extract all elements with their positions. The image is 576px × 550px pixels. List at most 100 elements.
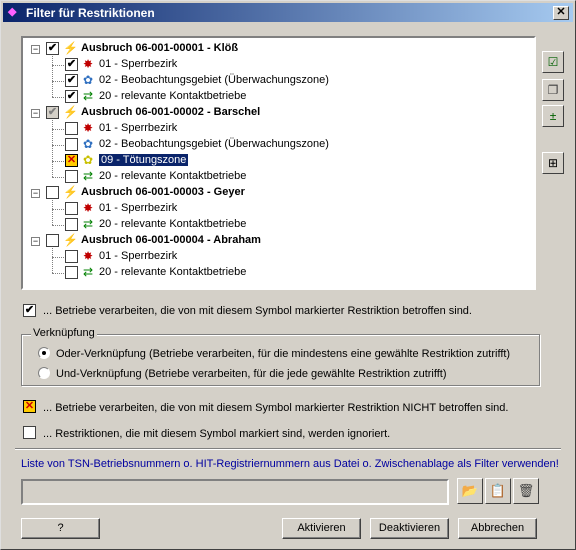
- red-star-icon: ✸: [82, 121, 94, 135]
- tree-restriction-row[interactable]: ⇄ 20 - relevante Kontaktbetriebe: [23, 265, 534, 281]
- tree-restriction-row[interactable]: ✔ ⇄ 20 - relevante Kontaktbetriebe: [23, 89, 534, 105]
- restriction-label: 02 - Beobachtungsgebiet (Überwachungszon…: [99, 74, 329, 86]
- tree-restriction-row[interactable]: ✕ ✿ 09 - Tötungszone: [23, 153, 534, 169]
- tree-connector: [52, 145, 64, 146]
- paste-button[interactable]: 📋: [485, 478, 511, 504]
- help-button[interactable]: ?: [21, 518, 100, 539]
- contact-arrows-icon: ⇄: [82, 89, 94, 103]
- tree-connector: [52, 257, 64, 258]
- restriction-label: 01 - Sperrbezirk: [99, 122, 178, 134]
- restriction-label: 01 - Sperrbezirk: [99, 250, 178, 262]
- or-radio[interactable]: [38, 347, 50, 359]
- tree-restriction-row[interactable]: ⇄ 20 - relevante Kontaktbetriebe: [23, 169, 534, 185]
- restriction-checkbox[interactable]: [65, 122, 78, 135]
- tree-restriction-row[interactable]: ✸ 01 - Sperrbezirk: [23, 121, 534, 137]
- legend-ignored-text: ... Restriktionen, die mit diesem Symbol…: [43, 428, 391, 440]
- outbreak-checkbox[interactable]: [46, 234, 59, 247]
- close-button[interactable]: ✕: [553, 6, 569, 20]
- tree-connector: [52, 248, 53, 273]
- contact-arrows-icon: ⇄: [82, 169, 94, 183]
- check-all-icon: ☑: [547, 55, 559, 69]
- or-radio-label[interactable]: Oder-Verknüpfung (Betriebe verarbeiten, …: [56, 348, 510, 360]
- tree-restriction-row[interactable]: ✔ ✸ 01 - Sperrbezirk: [23, 57, 534, 73]
- app-icon: ◆: [8, 6, 17, 18]
- red-star-icon: ✸: [82, 57, 94, 71]
- filter-file-input[interactable]: [21, 479, 449, 505]
- restriction-label: 20 - relevante Kontaktbetriebe: [99, 266, 247, 278]
- toggle-button[interactable]: ±: [542, 105, 564, 127]
- outbreak-label: Ausbruch 06-001-00002 - Barschel: [81, 106, 261, 118]
- restriction-checkbox[interactable]: [65, 170, 78, 183]
- outbreak-checkbox[interactable]: ✔: [46, 106, 59, 119]
- tree-outbreak-row[interactable]: − ✔ ⚡ Ausbruch 06-001-00001 - Klöß: [23, 41, 534, 57]
- tree-outbreak-row[interactable]: − ✔ ⚡ Ausbruch 06-001-00002 - Barschel: [23, 105, 534, 121]
- tree-restriction-row[interactable]: ✔ ✿ 02 - Beobachtungsgebiet (Überwachungsz…: [23, 73, 534, 89]
- restriction-checkbox[interactable]: ✔: [65, 74, 78, 87]
- blue-flower-icon: ✿: [82, 137, 94, 151]
- filter-file-link[interactable]: Liste von TSN-Betriebsnummern o. HIT-Reg…: [21, 458, 559, 470]
- restriction-label: 20 - relevante Kontaktbetriebe: [99, 170, 247, 182]
- restriction-label: 20 - relevante Kontaktbetriebe: [99, 90, 247, 102]
- restriction-checkbox[interactable]: [65, 250, 78, 263]
- restriction-checkbox[interactable]: [65, 138, 78, 151]
- dialog-window: ◆ Filter für Restriktionen ✕ − ✔ ⚡ Ausbruch…: [0, 0, 576, 550]
- open-file-button[interactable]: 📂: [457, 478, 483, 504]
- deactivate-button[interactable]: Deaktivieren: [370, 518, 449, 539]
- yellow-flower-icon: ✿: [82, 153, 94, 167]
- tree-icon: ⊞: [547, 156, 559, 170]
- restriction-checkbox[interactable]: [65, 218, 78, 231]
- contact-arrows-icon: ⇄: [82, 265, 94, 279]
- tree-restriction-row[interactable]: ✸ 01 - Sperrbezirk: [23, 249, 534, 265]
- outbreak-checkbox[interactable]: ✔: [46, 42, 59, 55]
- restriction-checkbox[interactable]: ✔: [65, 58, 78, 71]
- and-radio[interactable]: [38, 367, 50, 379]
- tree-connector: [52, 120, 53, 177]
- activate-button[interactable]: Aktivieren: [282, 518, 361, 539]
- contact-arrows-icon: ⇄: [82, 217, 94, 231]
- check-all-button[interactable]: ☑: [542, 51, 564, 73]
- delete-button[interactable]: 🗑: [513, 478, 539, 504]
- outbreak-icon: ⚡: [63, 105, 78, 119]
- tree-restriction-row[interactable]: ✿ 02 - Beobachtungsgebiet (Überwachungszo…: [23, 137, 534, 153]
- folder-open-icon: 📂: [461, 483, 479, 498]
- link-mode-group-title: Verknüpfung: [31, 327, 97, 339]
- restriction-checkbox[interactable]: ✔: [65, 90, 78, 103]
- trash-icon: 🗑: [517, 483, 535, 498]
- tree-connector: [52, 225, 64, 226]
- tree-connector: [52, 161, 64, 162]
- tree-view-button[interactable]: ⊞: [542, 152, 564, 174]
- outbreak-label: Ausbruch 06-001-00004 - Abraham: [81, 234, 261, 246]
- red-star-icon: ✸: [82, 249, 94, 263]
- tree-outbreak-row[interactable]: − ⚡ Ausbruch 06-001-00003 - Geyer: [23, 185, 534, 201]
- tree-restriction-row[interactable]: ✸ 01 - Sperrbezirk: [23, 201, 534, 217]
- outbreak-icon: ⚡: [63, 233, 78, 247]
- restriction-checkbox[interactable]: ✕: [65, 154, 78, 167]
- outbreak-label: Ausbruch 06-001-00003 - Geyer: [81, 186, 245, 198]
- outbreak-icon: ⚡: [63, 41, 78, 55]
- outbreak-label: Ausbruch 06-001-00001 - Klöß: [81, 42, 239, 54]
- toggle-icon: ±: [549, 109, 557, 123]
- tree-outbreak-row[interactable]: − ⚡ Ausbruch 06-001-00004 - Abraham: [23, 233, 534, 249]
- restriction-checkbox[interactable]: [65, 202, 78, 215]
- restriction-label: 20 - relevante Kontaktbetriebe: [99, 218, 247, 230]
- cancel-button[interactable]: Abbrechen: [458, 518, 537, 539]
- restriction-label: 02 - Beobachtungsgebiet (Überwachungszon…: [99, 138, 329, 150]
- outbreak-checkbox[interactable]: [46, 186, 59, 199]
- red-star-icon: ✸: [82, 201, 94, 215]
- and-radio-label[interactable]: Und-Verknüpfung (Betriebe verarbeiten, f…: [56, 368, 447, 380]
- tree-connector: [52, 97, 64, 98]
- collapse-toggle[interactable]: −: [31, 109, 40, 118]
- collapse-toggle[interactable]: −: [31, 237, 40, 246]
- legend-excluded-symbol: ✕: [23, 400, 36, 413]
- collapse-toggle[interactable]: −: [31, 189, 40, 198]
- copy-icon: ❐: [547, 83, 559, 97]
- restriction-tree[interactable]: − ✔ ⚡ Ausbruch 06-001-00001 - Klöß ✔ ✸ 01 - Sp…: [21, 36, 536, 290]
- legend-ignored-symbol: [23, 426, 36, 439]
- tree-connector: [52, 129, 64, 130]
- restriction-checkbox[interactable]: [65, 266, 78, 279]
- copy-button[interactable]: ❐: [542, 79, 564, 101]
- tree-restriction-row[interactable]: ⇄ 20 - relevante Kontaktbetriebe: [23, 217, 534, 233]
- title-bar: ◆ Filter für Restriktionen ✕: [3, 3, 573, 22]
- restriction-label: 01 - Sperrbezirk: [99, 58, 178, 70]
- collapse-toggle[interactable]: −: [31, 45, 40, 54]
